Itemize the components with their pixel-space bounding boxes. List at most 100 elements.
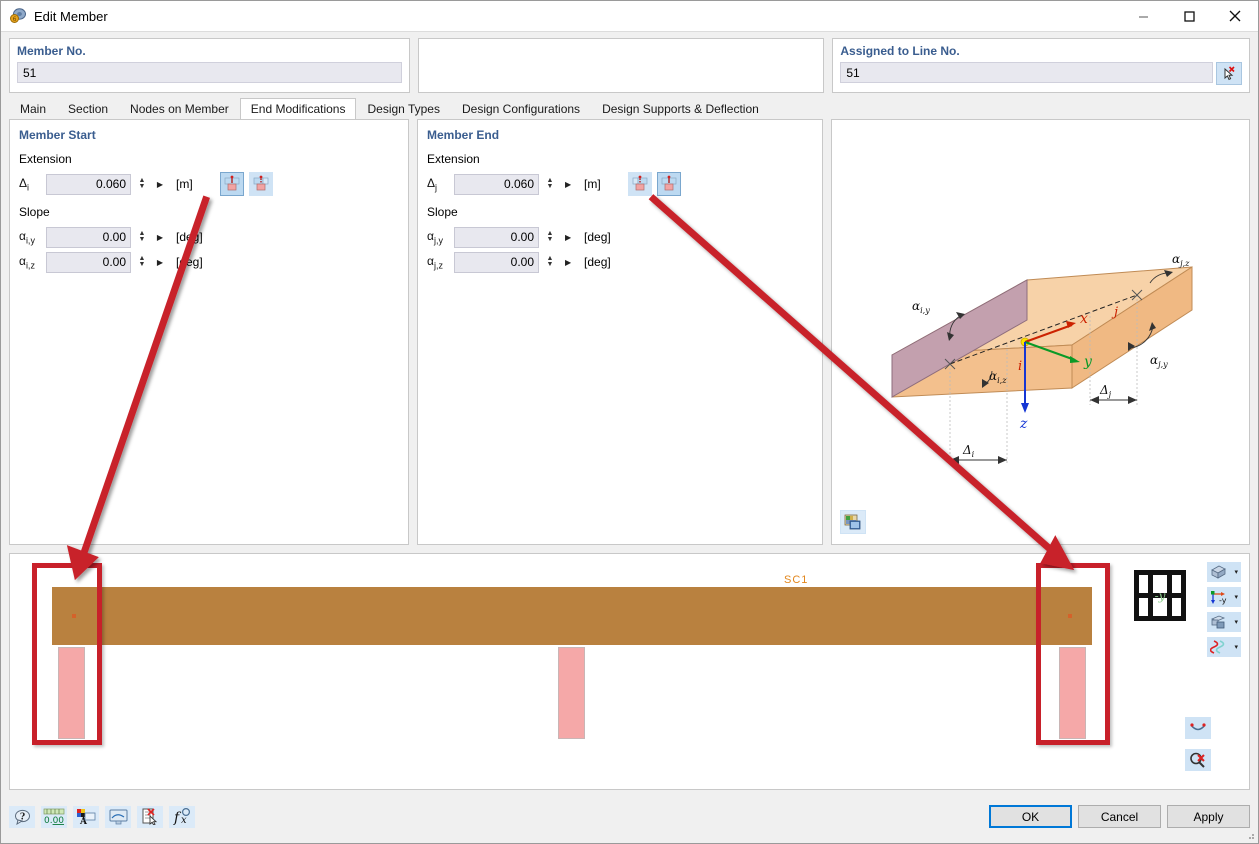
header-fields-row: Member No. 51 Assigned to Line No. 51 <box>1 32 1258 93</box>
tab-main[interactable]: Main <box>9 98 57 119</box>
alpha-iy-spinner[interactable]: ▲▼ <box>136 227 148 248</box>
member-preview[interactable]: SC1 -y <box>9 553 1250 790</box>
member-end-extension-row: Δj 0.060 ▲▼ ▶ [m] <box>418 173 822 195</box>
alpha-iz-more-button[interactable]: ▶ <box>153 252 167 273</box>
member-start-panel: Member Start Extension Δi 0.060 ▲▼ ▶ [m] <box>9 119 409 545</box>
svg-text:x: x <box>1080 311 1088 327</box>
delta-i-unit: [m] <box>176 177 193 191</box>
beam-graphic <box>52 587 1092 645</box>
extension-inward-icon[interactable] <box>628 172 652 196</box>
select-cursor-icon[interactable] <box>1216 62 1242 85</box>
tab-end-modifications[interactable]: End Modifications <box>240 98 357 119</box>
alpha-jz-symbol: αj,z <box>427 254 449 270</box>
member-start-alpha-y-row: αi,y 0.00 ▲▼ ▶ [deg] <box>10 226 408 248</box>
render-mode-button[interactable]: ▾ <box>1207 562 1241 582</box>
zoom-reset-icon[interactable] <box>1185 749 1211 771</box>
tab-design-types[interactable]: Design Types <box>356 98 451 119</box>
alpha-iz-symbol: αi,z <box>19 254 41 270</box>
middle-label <box>426 44 817 58</box>
decimal-places-icon[interactable]: 0.00 <box>41 806 67 828</box>
alpha-jy-input[interactable]: 0.00 <box>454 227 539 248</box>
support-column-middle <box>558 647 585 739</box>
member-end-title: Member End <box>418 120 822 142</box>
alpha-jz-more-button[interactable]: ▶ <box>561 252 575 273</box>
chevron-down-icon[interactable]: ▾ <box>1234 643 1238 651</box>
extension-outward-icon[interactable] <box>220 172 244 196</box>
display-properties-icon[interactable] <box>105 806 131 828</box>
delta-j-spinner[interactable]: ▲▼ <box>544 174 556 195</box>
apply-button[interactable]: Apply <box>1167 805 1250 828</box>
svg-text:αi,y: αi,y <box>912 299 930 315</box>
alpha-jz-spinner[interactable]: ▲▼ <box>544 252 556 273</box>
tab-bar: Main Section Nodes on Member End Modific… <box>1 93 1258 119</box>
delta-j-input[interactable]: 0.060 <box>454 174 539 195</box>
member-start-title: Member Start <box>10 120 408 142</box>
tab-design-configurations[interactable]: Design Configurations <box>451 98 591 119</box>
formula-fx-icon[interactable]: f x <box>169 806 195 828</box>
end-modifications-panels: Member Start Extension Δi 0.060 ▲▼ ▶ [m] <box>1 119 1258 545</box>
member-end-alpha-z-row: αj,z 0.00 ▲▼ ▶ [deg] <box>418 251 822 273</box>
member-end-panel: Member End Extension Δj 0.060 ▲▼ ▶ [m] <box>417 119 823 545</box>
highlight-box-member-end <box>1036 563 1110 745</box>
tab-section[interactable]: Section <box>57 98 119 119</box>
tab-design-supports-deflection[interactable]: Design Supports & Deflection <box>591 98 770 119</box>
extension-outward-icon[interactable] <box>657 172 681 196</box>
deformation-curve-icon[interactable] <box>1185 717 1211 739</box>
svg-text:i: i <box>1018 359 1022 374</box>
preview-toolbar: ▾ -y ▾ ▾ <box>1207 562 1241 657</box>
alpha-jy-more-button[interactable]: ▶ <box>561 227 575 248</box>
svg-text:6: 6 <box>13 16 17 23</box>
image-picture-icon[interactable] <box>840 510 866 534</box>
delta-j-unit: [m] <box>584 177 601 191</box>
svg-text:x: x <box>181 815 187 825</box>
alpha-jy-spinner[interactable]: ▲▼ <box>544 227 556 248</box>
chevron-down-icon[interactable]: ▾ <box>1234 618 1238 626</box>
resize-grip[interactable] <box>1245 830 1255 840</box>
window-controls <box>1120 1 1258 32</box>
edit-member-window: 6 Edit Member Member No. 51 Assigned <box>0 0 1259 844</box>
colors-fonts-icon[interactable]: A <box>73 806 99 828</box>
clear-document-icon[interactable] <box>137 806 163 828</box>
alpha-iy-more-button[interactable]: ▶ <box>153 227 167 248</box>
member-start-toggle-group <box>220 172 273 196</box>
delta-i-spinner[interactable]: ▲▼ <box>136 174 148 195</box>
extension-inward-icon[interactable] <box>249 172 273 196</box>
preview-wrapper: SC1 -y <box>1 545 1258 790</box>
member-no-input[interactable]: 51 <box>17 62 402 83</box>
member-icon: 6 <box>9 7 27 25</box>
assigned-line-input[interactable]: 51 <box>840 62 1213 83</box>
help-bubble-icon[interactable]: ? <box>9 806 35 828</box>
middle-empty-group <box>418 38 825 93</box>
close-button[interactable] <box>1212 1 1258 32</box>
alpha-jz-input[interactable]: 0.00 <box>454 252 539 273</box>
svg-text:-y: -y <box>1155 589 1166 603</box>
assigned-line-group: Assigned to Line No. 51 <box>832 38 1250 93</box>
svg-text:y: y <box>1083 354 1093 370</box>
delta-j-symbol: Δj <box>427 176 449 192</box>
alpha-iy-input[interactable]: 0.00 <box>46 227 131 248</box>
chevron-down-icon[interactable]: ▾ <box>1234 593 1238 601</box>
display-style-button[interactable]: ▾ <box>1207 612 1241 632</box>
cancel-button[interactable]: Cancel <box>1078 805 1161 828</box>
delta-i-input[interactable]: 0.060 <box>46 174 131 195</box>
chevron-down-icon[interactable]: ▾ <box>1234 568 1238 576</box>
section-grid-icon[interactable]: -y <box>1132 568 1188 627</box>
view-direction-icon: -y <box>1210 590 1227 605</box>
view-direction-button[interactable]: -y ▾ <box>1207 587 1241 607</box>
alpha-iz-spinner[interactable]: ▲▼ <box>136 252 148 273</box>
render-mode-icon <box>1210 565 1227 580</box>
decimal-places-label: 0.00 <box>44 816 64 825</box>
snap-options-button[interactable]: ▾ <box>1207 637 1241 657</box>
window-title: Edit Member <box>34 9 1120 24</box>
member-start-slope-label: Slope <box>10 195 408 223</box>
assigned-line-label: Assigned to Line No. <box>840 44 1242 58</box>
alpha-iz-input[interactable]: 0.00 <box>46 252 131 273</box>
tab-nodes-on-member[interactable]: Nodes on Member <box>119 98 240 119</box>
middle-empty-area <box>426 62 817 83</box>
delta-j-more-button[interactable]: ▶ <box>561 174 575 195</box>
delta-i-more-button[interactable]: ▶ <box>153 174 167 195</box>
ok-button[interactable]: OK <box>989 805 1072 828</box>
maximize-button[interactable] <box>1166 1 1212 32</box>
minimize-button[interactable] <box>1120 1 1166 32</box>
member-end-modification-diagram: x y z i j αi,y <box>832 120 1249 520</box>
